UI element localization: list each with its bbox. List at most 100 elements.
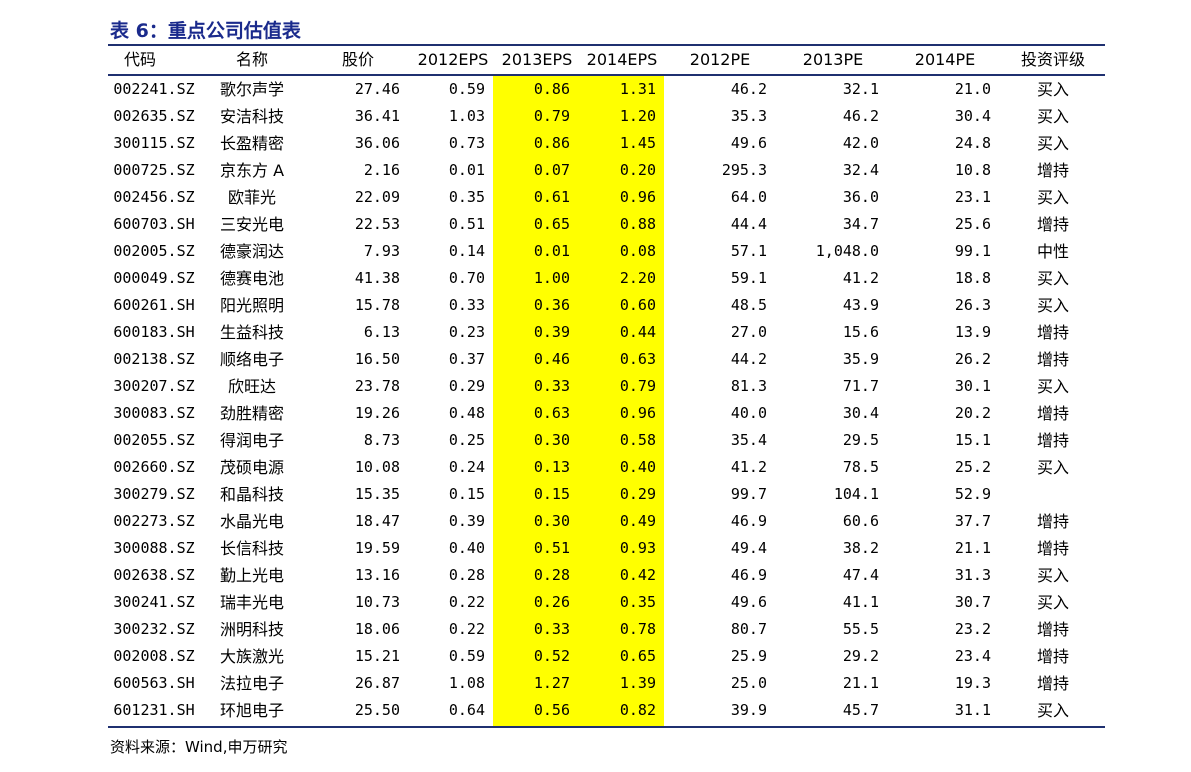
cell-price: 10.73 bbox=[354, 593, 400, 611]
cell-2012pe: 49.6 bbox=[730, 593, 767, 611]
cell-code: 300083.SZ bbox=[113, 404, 195, 422]
table-row: 000049.SZ 德赛电池 41.38 0.70 1.00 2.20 59.1 41.2 18… bbox=[0, 265, 1191, 292]
cell-2014eps: 0.42 bbox=[619, 566, 656, 584]
header-2012pe: 2012PE bbox=[689, 50, 751, 69]
cell-price: 41.38 bbox=[354, 269, 400, 287]
cell-2014eps: 0.29 bbox=[619, 485, 656, 503]
cell-2014pe: 13.9 bbox=[954, 323, 991, 341]
cell-2014pe: 10.8 bbox=[954, 161, 991, 179]
header-price: 股价 bbox=[341, 50, 375, 69]
cell-2014pe: 30.1 bbox=[954, 377, 991, 395]
header-2013eps: 2013EPS bbox=[501, 50, 573, 69]
cell-code: 300115.SZ bbox=[113, 134, 195, 152]
cell-2014eps: 0.88 bbox=[619, 215, 656, 233]
cell-name: 德赛电池 bbox=[219, 269, 285, 288]
cell-2013eps: 0.39 bbox=[533, 323, 570, 341]
cell-rating: 买入 bbox=[1036, 107, 1070, 126]
cell-name: 安洁科技 bbox=[219, 107, 285, 126]
cell-price: 19.26 bbox=[354, 404, 400, 422]
cell-2012pe: 64.0 bbox=[730, 188, 767, 206]
cell-2014eps: 0.49 bbox=[619, 512, 656, 530]
cell-2014pe: 99.1 bbox=[954, 242, 991, 260]
cell-2012pe: 25.0 bbox=[730, 674, 767, 692]
cell-code: 600703.SH bbox=[113, 215, 195, 233]
cell-code: 002008.SZ bbox=[113, 647, 195, 665]
table-row: 300088.SZ 长信科技 19.59 0.40 0.51 0.93 49.4 38.2 21… bbox=[0, 535, 1191, 562]
cell-code: 002055.SZ bbox=[113, 431, 195, 449]
cell-2012eps: 0.51 bbox=[448, 215, 485, 233]
header-name: 名称 bbox=[235, 50, 269, 69]
cell-name: 水晶光电 bbox=[219, 512, 285, 531]
cell-rating: 买入 bbox=[1036, 296, 1070, 315]
cell-2013pe: 1,048.0 bbox=[815, 242, 879, 260]
table-row: 600261.SH 阳光照明 15.78 0.33 0.36 0.60 48.5 43.9 26… bbox=[0, 292, 1191, 319]
cell-2012eps: 0.70 bbox=[448, 269, 485, 287]
cell-2014pe: 52.9 bbox=[954, 485, 991, 503]
cell-price: 13.16 bbox=[354, 566, 400, 584]
cell-2012pe: 27.0 bbox=[730, 323, 767, 341]
cell-2013eps: 0.86 bbox=[533, 134, 570, 152]
cell-2014pe: 20.2 bbox=[954, 404, 991, 422]
table-row: 002660.SZ 茂硕电源 10.08 0.24 0.13 0.40 41.2 78.5 25… bbox=[0, 454, 1191, 481]
cell-2012eps: 0.40 bbox=[448, 539, 485, 557]
cell-2013eps: 0.33 bbox=[533, 620, 570, 638]
cell-name: 歌尔声学 bbox=[219, 80, 285, 99]
cell-price: 27.46 bbox=[354, 80, 400, 98]
table-row: 600703.SH 三安光电 22.53 0.51 0.65 0.88 44.4 34.7 25… bbox=[0, 211, 1191, 238]
cell-price: 10.08 bbox=[354, 458, 400, 476]
cell-name: 环旭电子 bbox=[219, 701, 285, 720]
cell-2013eps: 0.36 bbox=[533, 296, 570, 314]
cell-2012pe: 48.5 bbox=[730, 296, 767, 314]
cell-2013pe: 34.7 bbox=[842, 215, 879, 233]
cell-2013pe: 41.2 bbox=[842, 269, 879, 287]
cell-2012pe: 44.2 bbox=[730, 350, 767, 368]
table-row: 601231.SH 环旭电子 25.50 0.64 0.56 0.82 39.9 45.7 31… bbox=[0, 697, 1191, 724]
cell-code: 002005.SZ bbox=[113, 242, 195, 260]
cell-2012pe: 81.3 bbox=[730, 377, 767, 395]
cell-code: 300232.SZ bbox=[113, 620, 195, 638]
cell-2014pe: 21.0 bbox=[954, 80, 991, 98]
cell-2014pe: 24.8 bbox=[954, 134, 991, 152]
header-rating: 投资评级 bbox=[1020, 50, 1086, 69]
table-row: 002273.SZ 水晶光电 18.47 0.39 0.30 0.49 46.9 60.6 37… bbox=[0, 508, 1191, 535]
cell-2013eps: 0.28 bbox=[533, 566, 570, 584]
cell-2014pe: 23.4 bbox=[954, 647, 991, 665]
cell-code: 002241.SZ bbox=[113, 80, 195, 98]
cell-name: 法拉电子 bbox=[219, 674, 285, 693]
cell-code: 300088.SZ bbox=[113, 539, 195, 557]
cell-2013pe: 47.4 bbox=[842, 566, 879, 584]
cell-code: 000049.SZ bbox=[113, 269, 195, 287]
cell-name: 劲胜精密 bbox=[219, 404, 285, 423]
cell-2012eps: 0.28 bbox=[448, 566, 485, 584]
cell-rating: 买入 bbox=[1036, 269, 1070, 288]
cell-rating: 买入 bbox=[1036, 80, 1070, 99]
table-title: 表 6：重点公司估值表 bbox=[110, 20, 301, 42]
cell-2012eps: 0.35 bbox=[448, 188, 485, 206]
cell-2013eps: 0.52 bbox=[533, 647, 570, 665]
cell-code: 600563.SH bbox=[113, 674, 195, 692]
cell-2014eps: 0.82 bbox=[619, 701, 656, 719]
cell-2013eps: 0.61 bbox=[533, 188, 570, 206]
cell-code: 002273.SZ bbox=[113, 512, 195, 530]
cell-2014eps: 0.93 bbox=[619, 539, 656, 557]
cell-2012pe: 80.7 bbox=[730, 620, 767, 638]
cell-name: 三安光电 bbox=[219, 215, 285, 234]
cell-2013eps: 0.86 bbox=[533, 80, 570, 98]
cell-rating: 增持 bbox=[1036, 350, 1070, 369]
cell-2012eps: 0.25 bbox=[448, 431, 485, 449]
cell-2013pe: 29.2 bbox=[842, 647, 879, 665]
cell-2012eps: 0.73 bbox=[448, 134, 485, 152]
cell-2014pe: 23.2 bbox=[954, 620, 991, 638]
cell-name: 勤上光电 bbox=[219, 566, 285, 585]
cell-2012eps: 0.23 bbox=[448, 323, 485, 341]
cell-rating: 增持 bbox=[1036, 323, 1070, 342]
cell-code: 601231.SH bbox=[113, 701, 195, 719]
cell-2013eps: 0.65 bbox=[533, 215, 570, 233]
cell-price: 16.50 bbox=[354, 350, 400, 368]
cell-2013eps: 0.51 bbox=[533, 539, 570, 557]
cell-code: 000725.SZ bbox=[113, 161, 195, 179]
cell-2014eps: 0.96 bbox=[619, 188, 656, 206]
cell-2012pe: 46.2 bbox=[730, 80, 767, 98]
cell-rating: 买入 bbox=[1036, 458, 1070, 477]
cell-name: 和晶科技 bbox=[219, 485, 285, 504]
